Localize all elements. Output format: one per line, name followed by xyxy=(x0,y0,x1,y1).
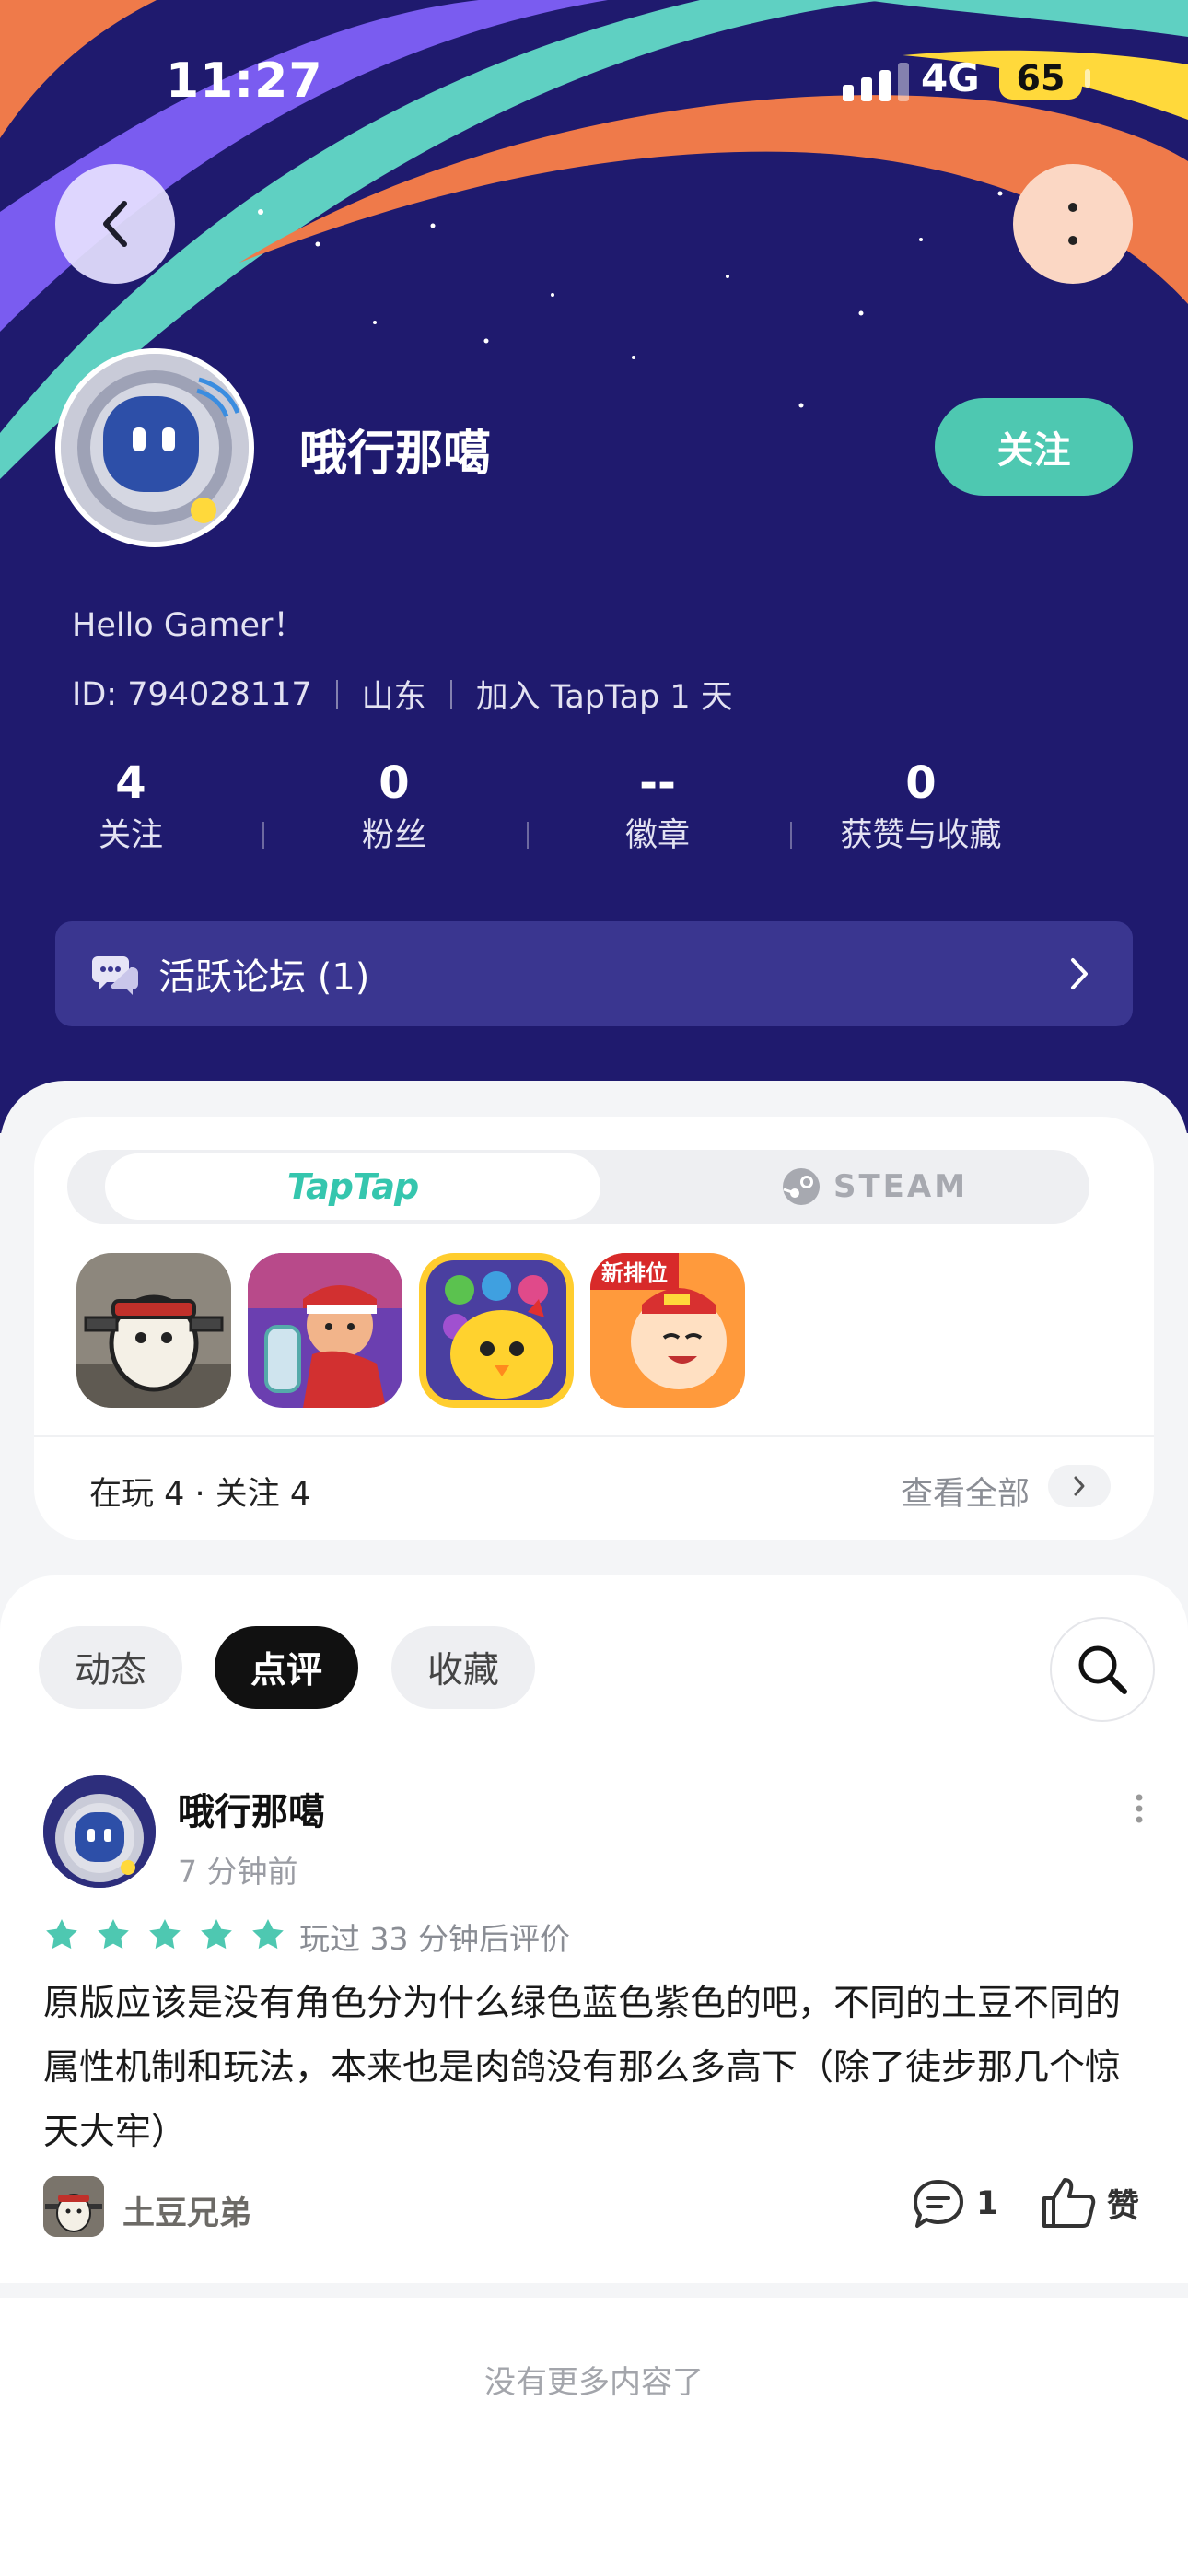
back-button[interactable] xyxy=(55,164,175,284)
forum-chat-icon xyxy=(92,956,138,995)
potato-brothers-icon[interactable] xyxy=(43,2176,104,2237)
profile-username: 哦行那噶 xyxy=(299,427,492,482)
star-icon xyxy=(98,1919,129,1950)
feed-footer xyxy=(0,2283,1188,2576)
post-username[interactable]: 哦行那噶 xyxy=(178,1782,325,1835)
stat-likes[interactable]: 0 获赞与收藏 xyxy=(801,754,1041,859)
tab-favorites[interactable]: 收藏 xyxy=(391,1626,535,1709)
view-all-link[interactable]: 查看全部 xyxy=(901,1468,1030,1515)
tab-steam[interactable]: STEAM xyxy=(681,1153,1068,1220)
like-button[interactable]: 赞 xyxy=(1041,2176,1139,2230)
tab-taptap[interactable]: TapTap xyxy=(105,1153,600,1220)
stat-divider xyxy=(262,822,264,849)
user-id: ID: 794028117 xyxy=(72,675,312,713)
search-icon xyxy=(1078,1645,1127,1694)
stat-label: 徽章 xyxy=(624,817,690,854)
forum-label: 活跃论坛 (1) xyxy=(158,956,370,999)
profile-meta: ID: 794028117 山东 加入 TapTap 1 天 xyxy=(72,671,733,718)
active-forum-bar[interactable]: 活跃论坛 (1) xyxy=(55,921,1133,1026)
stat-value: 0 xyxy=(379,757,410,809)
steam-label: STEAM xyxy=(833,1168,969,1205)
subway-surfers-icon[interactable] xyxy=(248,1253,402,1408)
potato-brothers-icon[interactable] xyxy=(76,1253,231,1408)
chevron-left-icon xyxy=(103,201,127,247)
no-more-content: 没有更多内容了 xyxy=(484,2364,704,2401)
chevron-right-icon xyxy=(1074,1476,1085,1496)
comment-button[interactable]: 1 xyxy=(912,2178,998,2230)
stat-label: 粉丝 xyxy=(361,817,426,854)
network-type: 4G xyxy=(921,55,980,100)
meta-separator xyxy=(449,679,452,709)
profile-bio: Hello Gamer！ xyxy=(72,607,306,644)
search-button[interactable] xyxy=(1050,1617,1155,1722)
battery-tip xyxy=(1085,69,1090,88)
clock: 11:27 xyxy=(166,53,323,109)
join-date: 加入 TapTap 1 天 xyxy=(475,679,733,716)
stat-label: 获赞与收藏 xyxy=(840,817,1002,854)
steam-logo-icon xyxy=(782,1168,820,1205)
battery-icon: 65 xyxy=(999,57,1082,100)
like-label: 赞 xyxy=(1107,2187,1140,2225)
profile-page: 11:27 4G 65 哦行那噶 关注 Hello Gamer！ ID: 794… xyxy=(0,0,1188,2576)
star-icon xyxy=(201,1919,232,1950)
chevron-right-icon xyxy=(1071,958,1088,989)
post-timestamp: 7 分钟前 xyxy=(178,1854,298,1890)
post-avatar[interactable] xyxy=(43,1775,156,1888)
status-bar: 11:27 4G 65 xyxy=(0,0,1188,157)
meta-separator xyxy=(335,679,338,709)
stat-following[interactable]: 4 关注 xyxy=(11,754,250,859)
more-options-button[interactable] xyxy=(1013,164,1133,284)
played-duration: 玩过 33 分钟后评价 xyxy=(299,1921,570,1957)
stat-label: 关注 xyxy=(98,817,163,854)
star-icon xyxy=(46,1919,77,1950)
avatar[interactable] xyxy=(55,348,254,547)
profile-header: 11:27 4G 65 哦行那噶 关注 Hello Gamer！ ID: 794… xyxy=(0,0,1188,1133)
thumbs-up-icon xyxy=(1042,2178,1096,2228)
games-summary: 在玩 4 · 关注 4 xyxy=(89,1476,311,1513)
profile-stats: 4 关注 0 粉丝 -- 徽章 0 获赞与收藏 xyxy=(0,754,1188,864)
user-location: 山东 xyxy=(361,679,426,716)
robot-avatar-icon xyxy=(61,354,249,542)
follow-button[interactable]: 关注 xyxy=(935,398,1133,496)
stat-value: 0 xyxy=(905,757,937,809)
comment-count: 1 xyxy=(976,2185,999,2222)
stat-divider xyxy=(790,822,792,849)
stat-divider xyxy=(527,822,529,849)
review-game-name[interactable]: 土豆兄弟 xyxy=(122,2187,251,2234)
stat-value: -- xyxy=(639,757,676,809)
tab-activity[interactable]: 动态 xyxy=(39,1626,182,1709)
star-icon xyxy=(252,1919,284,1950)
match-puzzle-icon[interactable] xyxy=(419,1253,574,1408)
post-more-icon[interactable] xyxy=(1135,1793,1144,1824)
review-text[interactable]: 原版应该是没有角色分为什么绿色蓝色紫色的吧，不同的土豆不同的属性机制和玩法，本来… xyxy=(43,1972,1148,2165)
view-all-button[interactable] xyxy=(1048,1465,1111,1507)
stat-badges[interactable]: -- 徽章 xyxy=(538,754,777,859)
robot-avatar-icon xyxy=(43,1775,156,1888)
game-badge-text: 新排位 xyxy=(601,1260,668,1286)
rating-stars xyxy=(43,1916,301,1953)
stat-followers[interactable]: 0 粉丝 xyxy=(274,754,514,859)
signal-icon xyxy=(843,63,909,101)
stat-value: 4 xyxy=(115,757,146,809)
fighting-landlord-icon[interactable]: 新排位 xyxy=(590,1253,745,1408)
star-icon xyxy=(149,1919,181,1950)
vertical-dots-icon xyxy=(1068,203,1077,245)
comment-icon xyxy=(914,2180,963,2228)
card-divider xyxy=(34,1435,1154,1437)
tab-reviews[interactable]: 点评 xyxy=(215,1626,358,1709)
